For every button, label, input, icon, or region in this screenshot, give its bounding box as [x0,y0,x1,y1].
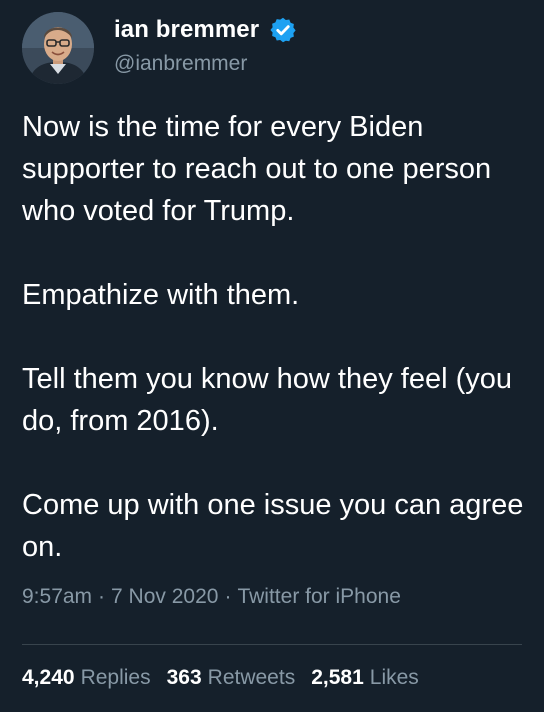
avatar[interactable] [22,12,94,84]
tweet-card: ian bremmer @ianbremmer Now is the time … [0,0,544,712]
tweet-meta: 9:57am · 7 Nov 2020 · Twitter for iPhone [22,585,401,609]
likes-label: Likes [369,666,419,689]
meta-separator: · [224,585,232,608]
avatar-photo [22,12,94,84]
replies-stat[interactable]: 4,240 Replies [22,666,151,690]
divider [22,644,522,645]
meta-separator: · [98,585,106,608]
tweet-paragraph: Come up with one issue you can agree on. [22,489,524,563]
retweets-stat[interactable]: 363 Retweets [167,666,296,690]
tweet-date[interactable]: 7 Nov 2020 [111,585,218,608]
user-handle[interactable]: @ianbremmer [114,52,297,76]
retweets-count: 363 [166,666,202,689]
tweet-stats: 4,240 Replies 363 Retweets 2,581 Likes [22,666,435,690]
display-name[interactable]: ian bremmer [114,16,259,44]
tweet-paragraph: Empathize with them. [22,279,300,311]
user-info: ian bremmer @ianbremmer [114,14,297,76]
replies-count: 4,240 [22,666,75,689]
tweet-time[interactable]: 9:57am [22,585,92,608]
likes-stat[interactable]: 2,581 Likes [311,666,419,690]
tweet-paragraph: Tell them you know how they feel (you do… [22,363,513,437]
tweet-source-link[interactable]: Twitter for iPhone [237,585,400,608]
name-row: ian bremmer [114,14,297,46]
tweet-header: ian bremmer @ianbremmer [22,12,522,84]
tweet-text: Now is the time for every Biden supporte… [22,106,532,568]
likes-count: 2,581 [311,666,364,689]
tweet-paragraph: Now is the time for every Biden supporte… [22,111,492,227]
verified-badge-icon [269,16,297,44]
retweets-label: Retweets [207,666,296,689]
replies-label: Replies [80,666,151,689]
